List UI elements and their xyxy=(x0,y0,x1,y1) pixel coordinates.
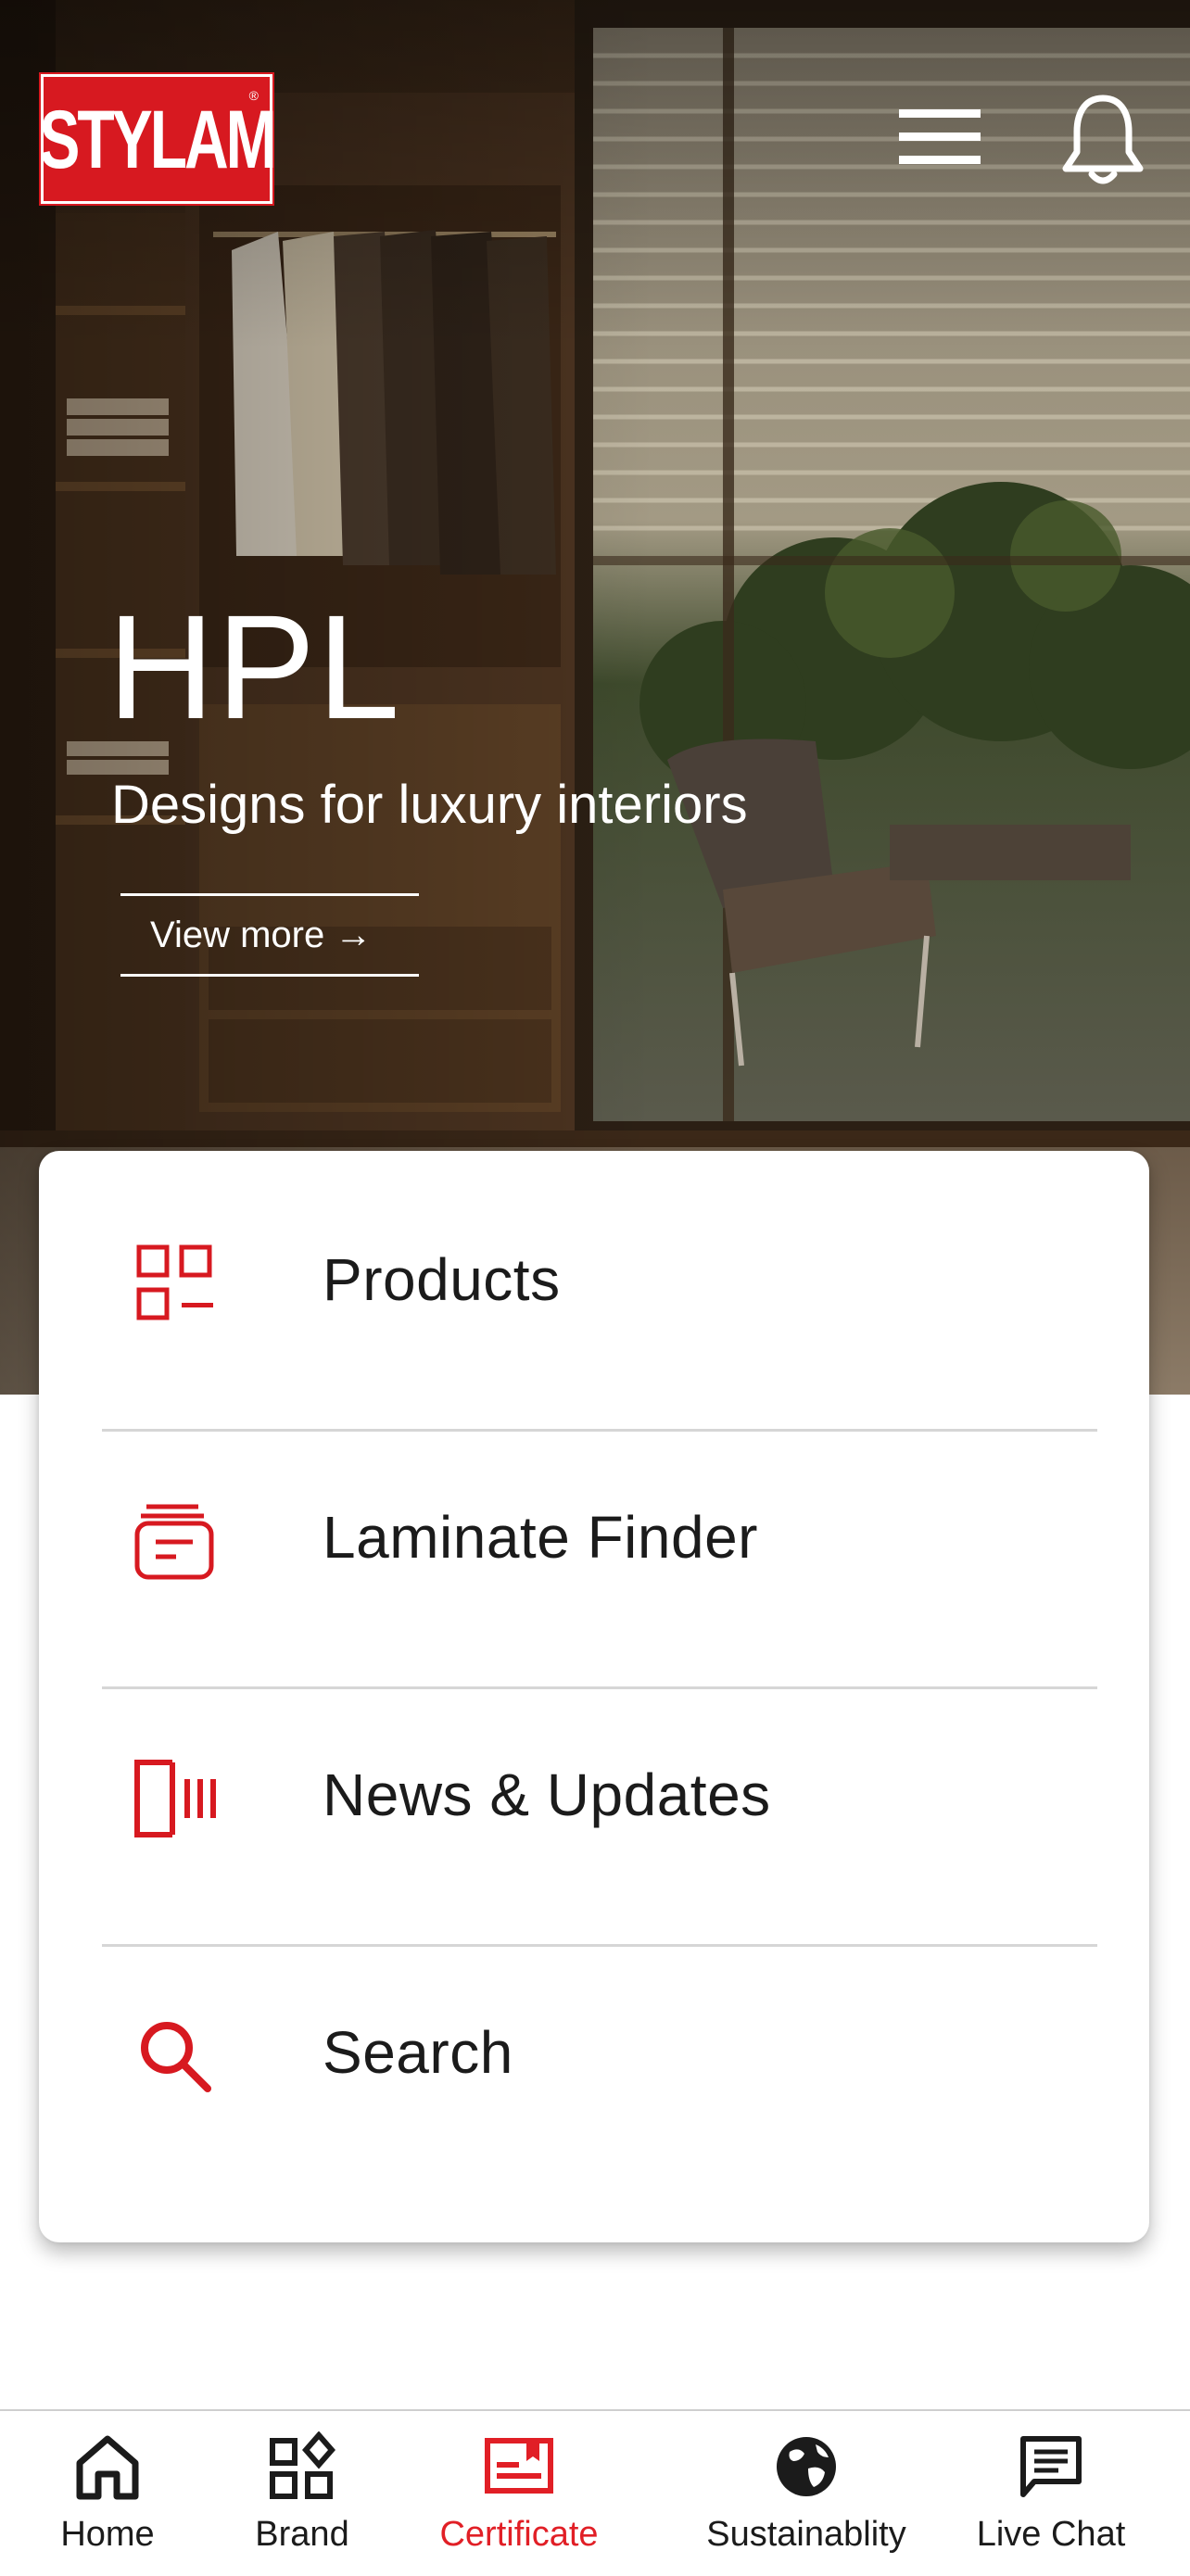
grid-list-icon xyxy=(136,1244,213,1320)
bottom-navigation: Home Brand Certificate Sustainablity Liv… xyxy=(0,2409,1190,2574)
certificate-icon xyxy=(485,2438,553,2494)
view-more-label: View more → xyxy=(150,914,373,955)
registered-mark: ® xyxy=(248,88,259,103)
globe-icon xyxy=(777,2437,836,2496)
hero-subtitle: Designs for luxury interiors xyxy=(111,775,748,835)
menu-item-label: News & Updates xyxy=(323,1762,771,1828)
nav-item-sustainability[interactable]: Sustainablity xyxy=(686,2411,927,2576)
menu-item-label: Products xyxy=(323,1246,561,1313)
menu-item-products[interactable]: Products xyxy=(39,1151,1149,1408)
view-more-button[interactable]: View more → xyxy=(120,893,419,977)
hamburger-menu-icon[interactable] xyxy=(895,104,984,170)
nav-label: Brand xyxy=(255,2515,349,2554)
nav-label: Home xyxy=(60,2515,155,2554)
nav-label: Live Chat xyxy=(976,2515,1126,2554)
home-icon xyxy=(76,2435,139,2500)
nav-label: Sustainablity xyxy=(706,2515,906,2554)
nav-item-home[interactable]: Home xyxy=(33,2411,182,2576)
layers-document-icon xyxy=(134,1504,214,1580)
nav-item-certificate[interactable]: Certificate xyxy=(408,2411,630,2576)
menu-item-news-updates[interactable]: News & Updates xyxy=(39,1666,1149,1924)
nav-item-live-chat[interactable]: Live Chat xyxy=(958,2411,1144,2576)
search-icon xyxy=(141,2022,211,2092)
brand-logo[interactable]: STYLAM ® xyxy=(39,72,277,206)
bell-icon[interactable] xyxy=(1057,91,1149,187)
menu-item-label: Search xyxy=(323,2019,513,2086)
nav-label: Certificate xyxy=(439,2515,599,2554)
brand-logo-text: STYLAM xyxy=(39,93,276,185)
news-bars-icon xyxy=(134,1760,216,1837)
nav-item-brand[interactable]: Brand xyxy=(228,2411,376,2576)
menu-item-laminate-finder[interactable]: Laminate Finder xyxy=(39,1408,1149,1666)
hero-title: HPL xyxy=(108,584,402,750)
brand-grid-icon xyxy=(270,2431,335,2499)
chat-bubble-icon xyxy=(1020,2436,1082,2497)
menu-item-search[interactable]: Search xyxy=(39,1924,1149,2181)
menu-item-label: Laminate Finder xyxy=(323,1504,758,1571)
quick-menu-card: Products Laminate Finder News & Updates … xyxy=(39,1151,1149,2242)
